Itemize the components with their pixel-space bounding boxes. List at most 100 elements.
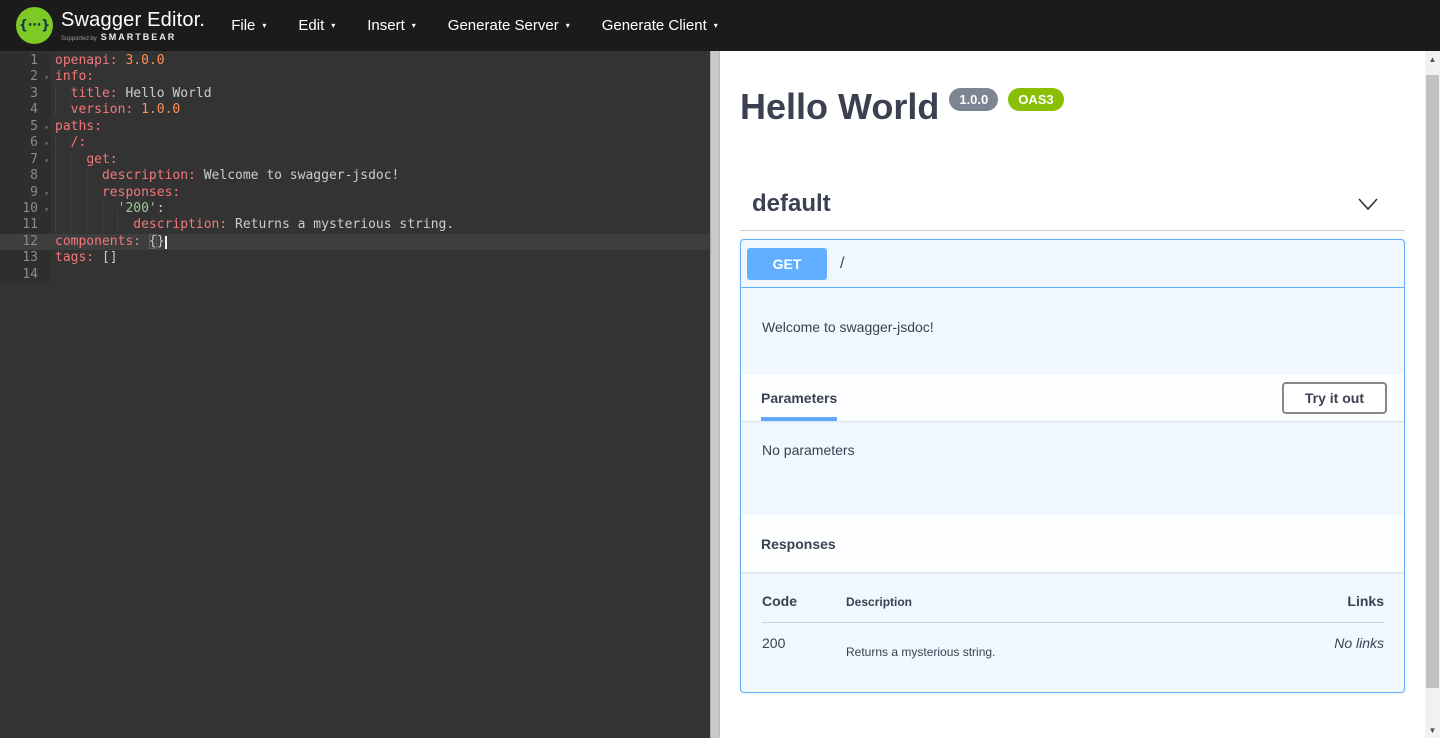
- code-line[interactable]: 4 version: 1.0.0: [0, 102, 710, 118]
- get-method-button[interactable]: GET: [747, 248, 827, 280]
- menu-label: Generate Server: [448, 17, 559, 34]
- code-line[interactable]: 3 title: Hello World: [0, 86, 710, 102]
- line-number: 6▾: [0, 135, 51, 151]
- fold-toggle-icon[interactable]: ▾: [44, 120, 49, 136]
- code-line[interactable]: 9▾ responses:: [0, 185, 710, 201]
- menu-label: Insert: [367, 17, 405, 34]
- line-number: 5▾: [0, 119, 51, 135]
- menu-insert[interactable]: Insert ▾: [363, 11, 420, 40]
- code-text: title: Hello World: [51, 86, 710, 102]
- fold-toggle-icon[interactable]: ▾: [44, 70, 49, 86]
- swagger-editor-brand[interactable]: {⋯} Swagger Editor. Supported by SMARTBE…: [16, 7, 205, 44]
- no-parameters-message: No parameters: [762, 442, 855, 458]
- fold-toggle-icon[interactable]: ▾: [44, 202, 49, 218]
- menu-label: Edit: [298, 17, 324, 34]
- menu-generate-client[interactable]: Generate Client▾: [598, 11, 722, 40]
- pane-splitter[interactable]: [710, 51, 720, 738]
- menu-caret-icon: ▾: [566, 21, 570, 30]
- topbar: {⋯} Swagger Editor. Supported by SMARTBE…: [0, 0, 1440, 51]
- code-line[interactable]: 6▾ /:: [0, 135, 710, 151]
- version-badge: 1.0.0: [949, 88, 998, 111]
- menu-generate-server[interactable]: Generate Server ▾: [444, 11, 574, 40]
- swagger-ui-preview: Hello World 1.0.0 OAS3 default GET / Wel…: [720, 51, 1425, 738]
- code-line[interactable]: 13tags: []: [0, 250, 710, 266]
- fold-toggle-icon[interactable]: ▾: [44, 186, 49, 202]
- code-text: tags: []: [51, 250, 710, 266]
- code-text: info:: [51, 69, 710, 85]
- fold-toggle-icon[interactable]: ▾: [44, 153, 49, 169]
- line-number: 2▾: [0, 69, 51, 85]
- menu-caret-icon: ▾: [331, 21, 335, 30]
- header-description: Description: [846, 593, 1294, 609]
- code-text: components: {}: [51, 234, 710, 250]
- response-description: Returns a mysterious string.: [846, 635, 1294, 659]
- parameters-label: Parameters: [761, 390, 837, 406]
- code-line[interactable]: 10▾ '200':: [0, 201, 710, 217]
- line-number: 3: [0, 86, 51, 102]
- responses-table-header: Code Description Links: [762, 593, 1384, 623]
- tag-section-default[interactable]: default: [740, 190, 1405, 231]
- line-number: 13: [0, 250, 51, 266]
- code-line[interactable]: 2▾info:: [0, 69, 710, 85]
- code-line[interactable]: 11 description: Returns a mysterious str…: [0, 217, 710, 233]
- code-line[interactable]: 1openapi: 3.0.0: [0, 53, 710, 69]
- text-cursor: [165, 236, 167, 249]
- vertical-scrollbar[interactable]: ▲ ▼: [1425, 51, 1440, 738]
- code-line[interactable]: 5▾paths:: [0, 119, 710, 135]
- parameters-header: Parameters Try it out: [741, 374, 1404, 421]
- operation-description: Welcome to swagger-jsdoc!: [741, 288, 1404, 374]
- menu-caret-icon: ▾: [714, 21, 718, 30]
- code-text: version: 1.0.0: [51, 102, 710, 118]
- header-code: Code: [762, 593, 846, 609]
- line-number: 11: [0, 217, 51, 233]
- code-text: get:: [51, 152, 710, 168]
- responses-body: Code Description Links 200Returns a myst…: [741, 572, 1404, 692]
- swagger-logo-icon: {⋯}: [16, 7, 53, 44]
- opblock-summary[interactable]: GET /: [741, 240, 1404, 288]
- responses-table: Code Description Links 200Returns a myst…: [762, 593, 1384, 659]
- header-links: Links: [1294, 593, 1384, 609]
- code-line[interactable]: 7▾ get:: [0, 152, 710, 168]
- code-text: [51, 267, 710, 283]
- operation-path: /: [840, 255, 844, 273]
- code-text: /:: [51, 135, 710, 151]
- code-line[interactable]: 14: [0, 267, 710, 283]
- scrollbar-thumb[interactable]: [1426, 75, 1439, 688]
- code-text: responses:: [51, 185, 710, 201]
- scrollbar-down-arrow[interactable]: ▼: [1425, 722, 1440, 738]
- code-line[interactable]: 12components: {}: [0, 234, 710, 250]
- code-text: '200':: [51, 201, 710, 217]
- yaml-editor[interactable]: 1openapi: 3.0.02▾info:3 title: Hello Wor…: [0, 51, 710, 738]
- line-number: 9▾: [0, 185, 51, 201]
- opblock-get: GET / Welcome to swagger-jsdoc! Paramete…: [740, 239, 1405, 693]
- menu-edit[interactable]: Edit ▾: [294, 11, 339, 40]
- code-text: openapi: 3.0.0: [51, 53, 710, 69]
- tag-name: default: [752, 190, 831, 218]
- code-text: description: Welcome to swagger-jsdoc!: [51, 168, 710, 184]
- line-number: 7▾: [0, 152, 51, 168]
- topbar-menus: File▾Edit▾Insert▾Generate Server▾Generat…: [227, 11, 746, 40]
- response-links: No links: [1294, 635, 1384, 651]
- menu-caret-icon: ▾: [412, 21, 416, 30]
- response-row: 200Returns a mysterious string.No links: [762, 623, 1384, 659]
- responses-label: Responses: [761, 536, 836, 552]
- api-info-header: Hello World 1.0.0 OAS3: [740, 88, 1405, 126]
- parameters-body: No parameters: [741, 421, 1404, 515]
- code-text: paths:: [51, 119, 710, 135]
- fold-toggle-icon[interactable]: ▾: [44, 136, 49, 152]
- try-it-out-button[interactable]: Try it out: [1282, 382, 1387, 414]
- oas3-badge: OAS3: [1008, 88, 1063, 111]
- response-code: 200: [762, 635, 846, 651]
- smartbear-logo: SMARTBEAR: [101, 32, 177, 42]
- line-number: 12: [0, 234, 51, 250]
- responses-header: Responses: [741, 515, 1404, 572]
- chevron-down-icon[interactable]: [1357, 196, 1379, 212]
- menu-caret-icon: ▾: [262, 21, 266, 30]
- line-number: 10▾: [0, 201, 51, 217]
- menu-file[interactable]: File▾: [227, 11, 270, 40]
- line-number: 4: [0, 102, 51, 118]
- scrollbar-up-arrow[interactable]: ▲: [1425, 51, 1440, 67]
- code-line[interactable]: 8 description: Welcome to swagger-jsdoc!: [0, 168, 710, 184]
- main-split: 1openapi: 3.0.02▾info:3 title: Hello Wor…: [0, 51, 1440, 738]
- tab-parameters[interactable]: Parameters: [761, 374, 837, 421]
